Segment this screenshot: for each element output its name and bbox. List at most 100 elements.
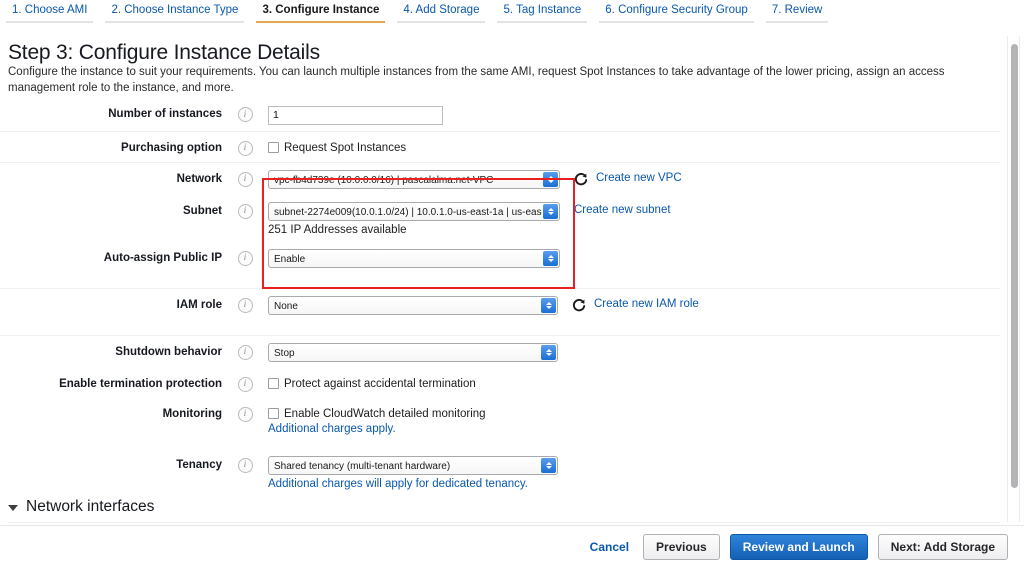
tab-configure-instance[interactable]: 3. Configure Instance	[250, 0, 391, 23]
info-cell: i	[222, 295, 268, 313]
termination-protection-row[interactable]: Protect against accidental termination	[268, 375, 1000, 390]
request-spot-instances-row[interactable]: Request Spot Instances	[268, 139, 1000, 154]
refresh-icon[interactable]	[572, 298, 586, 312]
instance-details-form: Number of instances i Purchasing option …	[0, 98, 1000, 496]
label-auto-assign-public-ip: Auto-assign Public IP	[0, 248, 222, 264]
cancel-button[interactable]: Cancel	[590, 540, 629, 554]
tab-label: 6. Configure Security Group	[605, 4, 748, 16]
section-divider	[8, 522, 1000, 523]
iam-role-select[interactable]: None	[268, 296, 558, 315]
info-cell: i	[222, 342, 268, 360]
previous-button[interactable]: Previous	[643, 534, 720, 560]
row-network: Network i vpc-fb4d739e (10.0.0.0/16) | p…	[0, 162, 1000, 195]
monitoring-charges-link[interactable]: Additional charges apply.	[268, 420, 1000, 435]
info-icon[interactable]: i	[238, 377, 253, 392]
next-add-storage-button[interactable]: Next: Add Storage	[878, 534, 1008, 560]
label-iam-role: IAM role	[0, 295, 222, 311]
field-termination-protection: Protect against accidental termination	[268, 374, 1000, 390]
subnet-aside: Create new subnet	[560, 202, 671, 216]
monitoring-row[interactable]: Enable CloudWatch detailed monitoring	[268, 405, 1000, 420]
info-icon[interactable]: i	[238, 458, 253, 473]
info-icon[interactable]: i	[238, 298, 253, 313]
tenancy-select-value: Shared tenancy (multi-tenant hardware)	[269, 457, 557, 475]
tab-label: 3. Configure Instance	[262, 4, 379, 16]
configure-instance-page: 1. Choose AMI 2. Choose Instance Type 3.…	[0, 0, 1024, 567]
page-title: Step 3: Configure Instance Details	[8, 41, 320, 65]
field-shutdown-behavior: Stop	[268, 342, 1000, 362]
info-cell: i	[222, 248, 268, 266]
label-purchasing-option: Purchasing option	[0, 138, 222, 154]
tab-configure-security-group[interactable]: 6. Configure Security Group	[593, 0, 760, 23]
review-and-launch-button[interactable]: Review and Launch	[730, 534, 868, 560]
info-cell: i	[222, 404, 268, 422]
row-tenancy: Tenancy i Shared tenancy (multi-tenant h…	[0, 449, 1000, 496]
label-shutdown-behavior: Shutdown behavior	[0, 342, 222, 358]
chevron-updown-icon	[541, 458, 556, 473]
subnet-ip-availability: 251 IP Addresses available	[268, 221, 560, 236]
label-subnet: Subnet	[0, 201, 222, 217]
label-tenancy: Tenancy	[0, 455, 222, 471]
info-icon[interactable]: i	[238, 251, 253, 266]
create-new-vpc-link[interactable]: Create new VPC	[596, 172, 682, 184]
request-spot-instances-checkbox[interactable]	[268, 142, 279, 153]
iam-role-aside: Create new IAM role	[558, 296, 699, 312]
info-icon[interactable]: i	[238, 107, 253, 122]
network-select-value: vpc-fb4d739e (10.0.0.0/16) | pascalalma.…	[269, 171, 559, 189]
monitoring-label: Enable CloudWatch detailed monitoring	[284, 408, 486, 420]
info-cell: i	[222, 138, 268, 156]
info-cell: i	[222, 374, 268, 392]
number-of-instances-input[interactable]	[268, 106, 443, 125]
label-termination-protection: Enable termination protection	[0, 374, 222, 390]
request-spot-instances-label: Request Spot Instances	[284, 142, 406, 154]
tab-review[interactable]: 7. Review	[760, 0, 835, 23]
subnet-field-row: subnet-2274e009(10.0.1.0/24) | 10.0.1.0-…	[268, 202, 1000, 236]
create-new-subnet-link[interactable]: Create new subnet	[574, 204, 671, 216]
info-icon[interactable]: i	[238, 407, 253, 422]
shutdown-behavior-select[interactable]: Stop	[268, 343, 558, 362]
row-auto-assign-public-ip: Auto-assign Public IP i Enable	[0, 242, 1000, 274]
monitoring-checkbox[interactable]	[268, 408, 279, 419]
tab-choose-ami[interactable]: 1. Choose AMI	[0, 0, 99, 23]
termination-protection-label: Protect against accidental termination	[284, 378, 476, 390]
field-purchasing-option: Request Spot Instances	[268, 138, 1000, 154]
info-icon[interactable]: i	[238, 141, 253, 156]
subnet-select[interactable]: subnet-2274e009(10.0.1.0/24) | 10.0.1.0-…	[268, 202, 560, 221]
chevron-updown-icon	[541, 298, 556, 313]
info-cell: i	[222, 201, 268, 219]
refresh-icon[interactable]	[574, 172, 588, 186]
network-interfaces-toggle[interactable]: Network interfaces	[8, 498, 1000, 516]
info-icon[interactable]: i	[238, 172, 253, 187]
iam-role-field-row: None Create new IAM role	[268, 296, 1000, 315]
info-cell: i	[222, 169, 268, 187]
chevron-updown-icon	[541, 345, 556, 360]
row-purchasing-option: Purchasing option i Request Spot Instanc…	[0, 131, 1000, 162]
create-new-iam-role-link[interactable]: Create new IAM role	[594, 298, 699, 310]
termination-protection-checkbox[interactable]	[268, 378, 279, 389]
wizard-footer: Cancel Previous Review and Launch Next: …	[0, 525, 1024, 567]
network-field-row: vpc-fb4d739e (10.0.0.0/16) | pascalalma.…	[268, 170, 1000, 189]
info-icon[interactable]: i	[238, 345, 253, 360]
chevron-updown-icon	[543, 204, 558, 219]
info-cell: i	[222, 104, 268, 122]
chevron-updown-icon	[543, 172, 558, 187]
scrollbar-thumb[interactable]	[1011, 44, 1018, 488]
tenancy-charges-link[interactable]: Additional charges will apply for dedica…	[268, 475, 1000, 490]
info-cell: i	[222, 455, 268, 473]
tab-choose-instance-type[interactable]: 2. Choose Instance Type	[99, 0, 250, 23]
auto-assign-public-ip-value: Enable	[269, 250, 559, 268]
tab-label: 5. Tag Instance	[503, 4, 581, 16]
field-monitoring: Enable CloudWatch detailed monitoring Ad…	[268, 404, 1000, 435]
tab-tag-instance[interactable]: 5. Tag Instance	[491, 0, 593, 23]
tab-label: 4. Add Storage	[403, 4, 479, 16]
vertical-scrollbar[interactable]	[1007, 36, 1020, 522]
wizard-tabbar: 1. Choose AMI 2. Choose Instance Type 3.…	[0, 0, 790, 28]
field-iam-role: None Create new IAM role	[268, 295, 1000, 315]
tab-add-storage[interactable]: 4. Add Storage	[391, 0, 491, 23]
auto-assign-public-ip-select[interactable]: Enable	[268, 249, 560, 268]
info-icon[interactable]: i	[238, 204, 253, 219]
network-select[interactable]: vpc-fb4d739e (10.0.0.0/16) | pascalalma.…	[268, 170, 560, 189]
field-number-of-instances	[268, 104, 1000, 125]
shutdown-behavior-value: Stop	[269, 344, 557, 362]
network-interfaces-title: Network interfaces	[26, 498, 154, 516]
tenancy-select[interactable]: Shared tenancy (multi-tenant hardware)	[268, 456, 558, 475]
